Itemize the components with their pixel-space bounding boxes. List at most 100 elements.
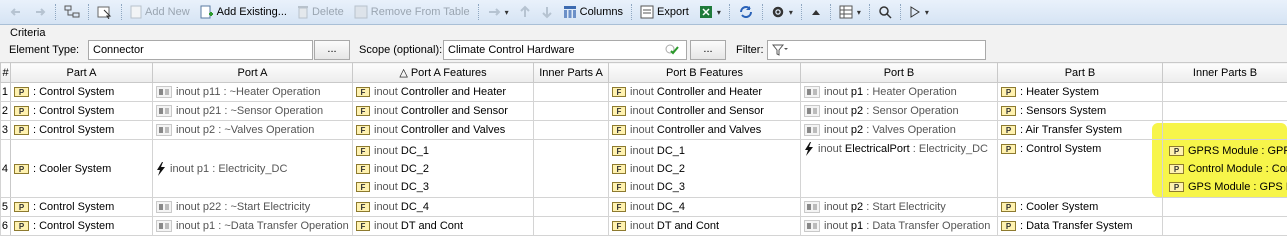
inner-parts-a-cell[interactable] [533,139,609,198]
port-a-features-cell[interactable]: Finout DC_1 Finout DC_2 Finout DC_3 [352,139,534,198]
port-a-features-cell[interactable]: Finout Controller and Valves [352,120,534,140]
port-b-type: : Valves Operation [863,124,956,136]
direction-keyword: inout [176,105,200,117]
settings-gear-icon[interactable]: ▾ [766,1,798,23]
port-a-cell[interactable]: inout p2 : ~Valves Operation [152,120,353,140]
add-new-button[interactable]: Add New [125,1,195,23]
inner-parts-a-cell[interactable] [533,216,609,236]
port-a-features-cell[interactable]: Finout DT and Cont [352,216,534,236]
part-a-cell[interactable]: P: Control System [10,101,153,121]
element-type-browse-button[interactable]: ... [314,40,350,60]
port-a-cell[interactable]: inout p22 : ~Start Electricity [152,197,353,217]
scope-indicator-icon[interactable] [664,43,680,60]
port-a-features-cell[interactable]: Finout DC_4 [352,197,534,217]
refresh-icon[interactable] [733,1,759,23]
inner-parts-b-cell[interactable]: P GPRS Module : GPRS P Control Module : Con… [1162,139,1287,198]
port-a-cell[interactable]: inout p1 : Electricity_DC [152,139,353,198]
element-type-label: Element Type: [9,44,80,56]
search-icon[interactable] [873,1,897,23]
port-b-features-cell[interactable]: Finout DC_4 [608,197,801,217]
table-row[interactable]: 2P: Control System inout p21 : ~Sensor Op… [0,101,1287,121]
port-a-features-cell[interactable]: Finout Controller and Heater [352,82,534,102]
part-b-cell[interactable]: P: Air Transfer System [997,120,1163,140]
move-up-icon[interactable] [514,1,536,23]
select-in-tree-icon[interactable] [92,1,118,23]
port-b-cell[interactable]: inout p2 : Sensor Operation [800,101,998,121]
column-header-part-b[interactable]: Part B [997,62,1163,83]
column-header-inner-parts-b[interactable]: Inner Parts B [1162,62,1287,83]
column-header-port-a[interactable]: Port A [152,62,353,83]
table-row[interactable]: 6P: Control System inout p1 : ~Data Trans… [0,216,1287,236]
direction-keyword: inout [630,180,654,193]
port-a-features-cell[interactable]: Finout Controller and Sensor [352,101,534,121]
move-icon[interactable]: ▾ [482,1,514,23]
part-a-cell[interactable]: P: Cooler System [10,139,153,198]
column-header-num[interactable]: # [0,62,11,83]
part-a-line: P: Control System [14,218,149,235]
part-b-cell[interactable]: P: Control System [997,139,1163,198]
scope-field[interactable]: Climate Control Hardware [443,40,687,60]
move-down-icon[interactable] [536,1,558,23]
filter-field[interactable] [767,40,986,60]
layout-icon[interactable]: ▾ [834,1,866,23]
port-a-cell[interactable]: inout p11 : ~Heater Operation [152,82,353,102]
column-header-inner-parts-a[interactable]: Inner Parts A [533,62,609,83]
part-a-cell[interactable]: P: Control System [10,216,153,236]
column-header-port-b[interactable]: Port B [800,62,998,83]
inner-parts-a-cell[interactable] [533,82,609,102]
element-type-field[interactable]: Connector [88,40,313,60]
port-b-cell[interactable]: inout p1 : Data Transfer Operation [800,216,998,236]
feature-icon: F [612,202,626,212]
feature-line: Finout Controller and Sensor [612,103,797,120]
inner-parts-b-cell[interactable] [1162,120,1287,140]
part-b-cell[interactable]: P: Cooler System [997,197,1163,217]
part-a-cell[interactable]: P: Control System [10,82,153,102]
part-b-cell[interactable]: P: Heater System [997,82,1163,102]
port-b-features-cell[interactable]: Finout DC_1 Finout DC_2 Finout DC_3 [608,139,801,198]
inner-parts-b-cell[interactable] [1162,101,1287,121]
inner-parts-b-cell[interactable] [1162,197,1287,217]
column-header-part-a[interactable]: Part A [10,62,153,83]
columns-button[interactable]: Columns [558,1,628,23]
scope-browse-button[interactable]: ... [690,40,726,60]
toolbar-separator [88,4,89,20]
table-row[interactable]: 3P: Control System inout p2 : ~Valves Ope… [0,120,1287,140]
port-b-features-cell[interactable]: Finout DT and Cont [608,216,801,236]
port-b-features-cell[interactable]: Finout Controller and Heater [608,82,801,102]
play-icon[interactable]: ▾ [904,1,934,23]
delete-button[interactable]: Delete [292,1,349,23]
remove-from-table-button[interactable]: Remove From Table [349,1,475,23]
part-a-cell[interactable]: P: Control System [10,197,153,217]
add-existing-button[interactable]: Add Existing... [195,1,292,23]
inner-parts-b-cell[interactable] [1162,82,1287,102]
table-row[interactable]: 5P: Control System inout p22 : ~Start Ele… [0,197,1287,217]
part-b-cell[interactable]: P: Data Transfer System [997,216,1163,236]
forward-arrow-icon[interactable] [28,1,52,23]
port-a-cell[interactable]: inout p21 : ~Sensor Operation [152,101,353,121]
port-b-cell[interactable]: inout p1 : Heater Operation [800,82,998,102]
part-icon: P [14,221,29,231]
port-b-features-cell[interactable]: Finout Controller and Valves [608,120,801,140]
hierarchy-icon[interactable] [59,1,85,23]
port-b-cell[interactable]: inout p2 : Valves Operation [800,120,998,140]
inner-parts-b-cell[interactable] [1162,216,1287,236]
inner-parts-a-cell[interactable] [533,120,609,140]
collapse-up-icon[interactable] [805,1,827,23]
part-b-cell[interactable]: P: Sensors System [997,101,1163,121]
inner-parts-a-cell[interactable] [533,197,609,217]
port-b-cell[interactable]: inout p2 : Start Electricity [800,197,998,217]
table-row[interactable]: 1P: Control System inout p11 : ~Heater Op… [0,82,1287,102]
port-a-cell[interactable]: inout p1 : ~Data Transfer Operation [152,216,353,236]
port-b-cell[interactable]: inout ElectricalPort : Electricity_DC [800,139,998,198]
column-header-port-b-features[interactable]: Port B Features [608,62,801,83]
export-button[interactable]: Export [635,1,694,23]
excel-icon[interactable]: ▾ [694,1,726,23]
filter-funnel-icon[interactable] [771,44,788,59]
direction-keyword: inout [824,124,848,136]
back-arrow-icon[interactable] [4,1,28,23]
column-header-port-a-features[interactable]: △ Port A Features [352,62,534,83]
part-a-cell[interactable]: P: Control System [10,120,153,140]
port-b-features-cell[interactable]: Finout Controller and Sensor [608,101,801,121]
table-row[interactable]: 4P: Cooler System inout p1 : Electricity_… [0,139,1287,198]
inner-parts-a-cell[interactable] [533,101,609,121]
